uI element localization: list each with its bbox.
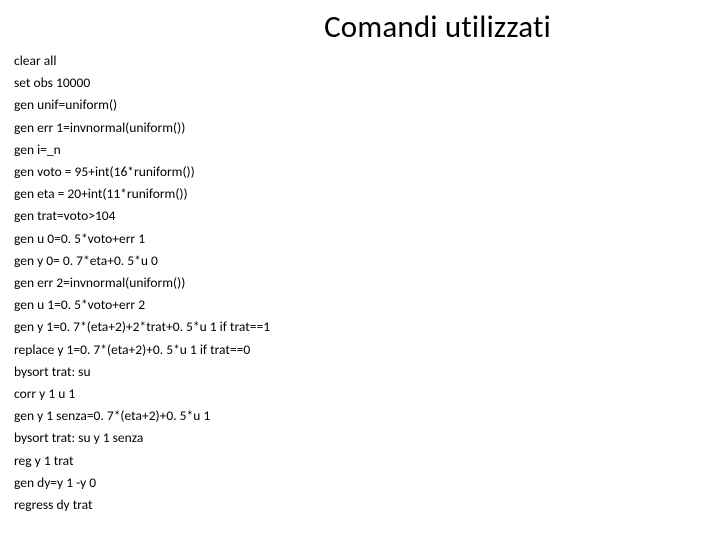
code-line: gen dy=y 1 -y 0 — [14, 472, 706, 494]
code-line: set obs 10000 — [14, 72, 706, 94]
code-line: gen unif=uniform() — [14, 94, 706, 116]
code-line: gen err 2=invnormal(uniform()) — [14, 272, 706, 294]
code-line: bysort trat: su — [14, 361, 706, 383]
code-line: gen trat=voto>104 — [14, 205, 706, 227]
code-line: gen y 1=0. 7*(eta+2)+2*trat+0. 5*u 1 if … — [14, 316, 706, 338]
code-line: gen eta = 20+int(11*runiform()) — [14, 183, 706, 205]
slide-container: Comandi utilizzati clear all set obs 100… — [0, 0, 720, 540]
code-line: gen y 0= 0. 7*eta+0. 5*u 0 — [14, 250, 706, 272]
code-line: reg y 1 trat — [14, 450, 706, 472]
code-line: gen y 1 senza=0. 7*(eta+2)+0. 5*u 1 — [14, 405, 706, 427]
code-line: replace y 1=0. 7*(eta+2)+0. 5*u 1 if tra… — [14, 339, 706, 361]
code-line: clear all — [14, 50, 706, 72]
code-line: gen i=_n — [14, 139, 706, 161]
code-block: clear all set obs 10000 gen unif=uniform… — [14, 50, 706, 516]
code-line: corr y 1 u 1 — [14, 383, 706, 405]
slide-title: Comandi utilizzati — [169, 8, 706, 46]
code-line: gen u 0=0. 5*voto+err 1 — [14, 228, 706, 250]
code-line: gen err 1=invnormal(uniform()) — [14, 117, 706, 139]
code-line: bysort trat: su y 1 senza — [14, 427, 706, 449]
code-line: gen voto = 95+int(16*runiform()) — [14, 161, 706, 183]
code-line: gen u 1=0. 5*voto+err 2 — [14, 294, 706, 316]
code-line: regress dy trat — [14, 494, 706, 516]
